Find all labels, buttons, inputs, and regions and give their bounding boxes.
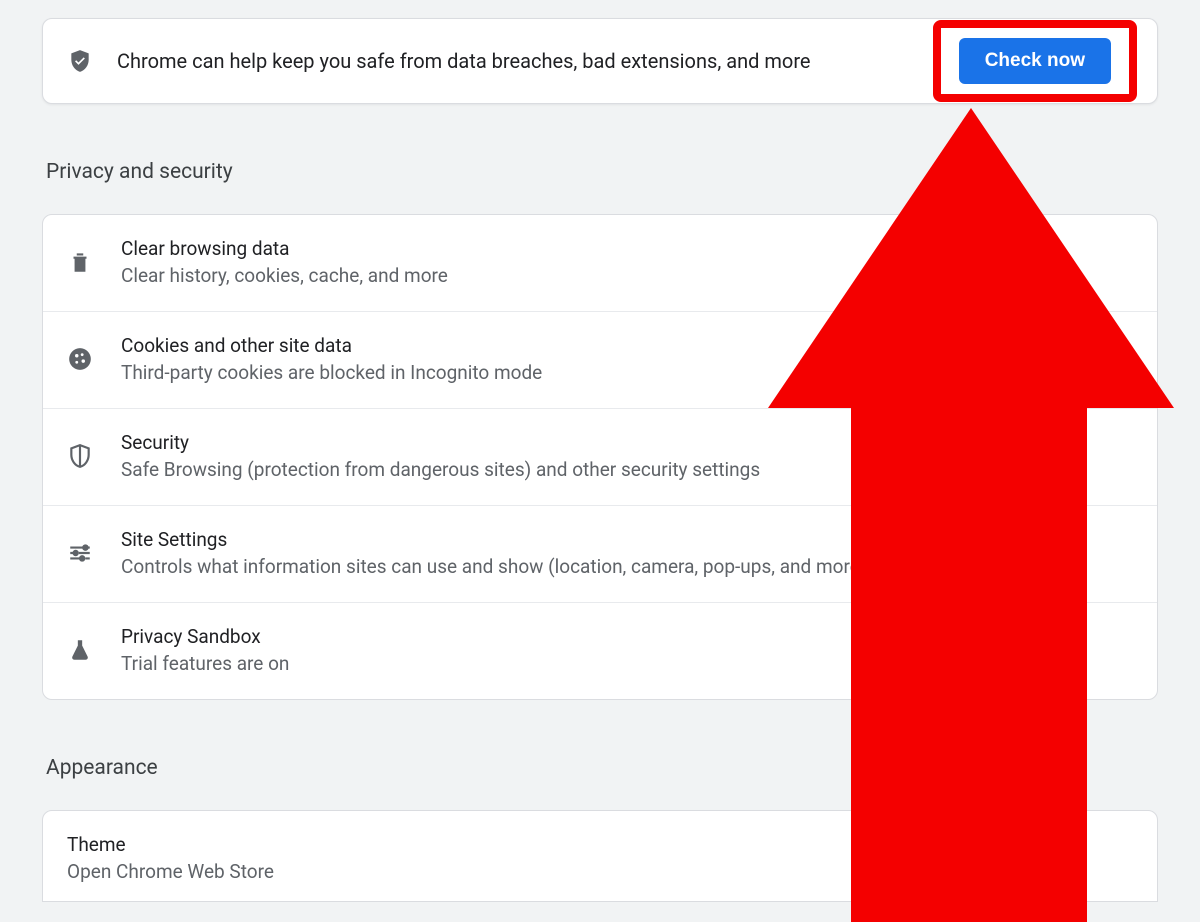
row-title: Site Settings (121, 528, 1133, 551)
row-clear-browsing-data[interactable]: Clear browsing data Clear history, cooki… (43, 215, 1157, 312)
sliders-icon (67, 540, 93, 566)
row-subtitle: Third-party cookies are blocked in Incog… (121, 361, 1133, 384)
theme-title: Theme (67, 833, 1133, 856)
shield-check-icon (67, 48, 93, 74)
privacy-security-list: Clear browsing data Clear history, cooki… (42, 214, 1158, 700)
row-subtitle: Clear history, cookies, cache, and more (121, 264, 1133, 287)
trash-icon (67, 249, 93, 275)
check-now-button[interactable]: Check now (959, 38, 1111, 84)
section-privacy-title: Privacy and security (46, 160, 1158, 184)
row-title: Cookies and other site data (121, 334, 1133, 357)
row-security[interactable]: Security Safe Browsing (protection from … (43, 409, 1157, 506)
cookie-icon (67, 346, 93, 372)
row-privacy-sandbox[interactable]: Privacy Sandbox Trial features are on (43, 603, 1157, 699)
row-cookies[interactable]: Cookies and other site data Third-party … (43, 312, 1157, 409)
row-subtitle: Trial features are on (121, 652, 1133, 675)
safety-check-card: Chrome can help keep you safe from data … (42, 18, 1158, 104)
row-subtitle: Controls what information sites can use … (121, 555, 1133, 578)
row-title: Security (121, 431, 1133, 454)
row-site-settings[interactable]: Site Settings Controls what information … (43, 506, 1157, 603)
shield-outline-icon (67, 443, 93, 469)
row-subtitle: Safe Browsing (protection from dangerous… (121, 458, 1133, 481)
theme-subtitle: Open Chrome Web Store (67, 860, 1133, 883)
annotation-highlight-box: Check now (933, 20, 1137, 102)
flask-icon (67, 637, 93, 663)
row-theme[interactable]: Theme Open Chrome Web Store (42, 810, 1158, 902)
row-title: Privacy Sandbox (121, 625, 1133, 648)
section-appearance-title: Appearance (46, 756, 1158, 780)
row-title: Clear browsing data (121, 237, 1133, 260)
safety-message: Chrome can help keep you safe from data … (117, 49, 933, 73)
